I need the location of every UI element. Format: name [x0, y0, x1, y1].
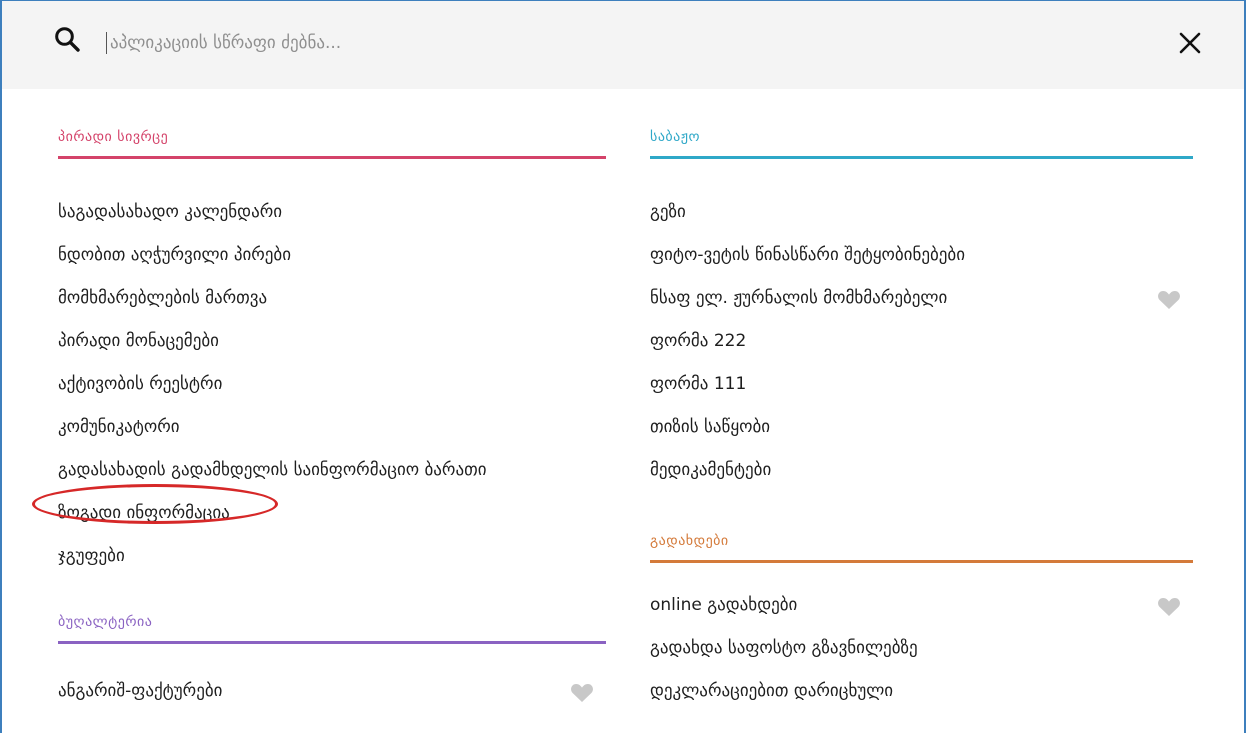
section-divider: [650, 156, 1193, 159]
menu-item-label: online გადახდები: [650, 595, 798, 615]
menu-item-gezi[interactable]: გეზი: [650, 191, 1193, 234]
menu-item-invoices[interactable]: ანგარიშ-ფაქტურები: [58, 670, 606, 713]
menu-item-user-management[interactable]: მომხმარებლების მართვა: [58, 277, 606, 320]
search-bar: [2, 1, 1244, 89]
menu-item-personal-data[interactable]: პირადი მონაცემები: [58, 320, 606, 363]
menu-item-tax-calendar[interactable]: საგადასახადო კალენდარი: [58, 191, 606, 234]
menu-item-form-222[interactable]: ფორმა 222: [650, 320, 1193, 363]
accounting-items: ანგარიშ-ფაქტურები: [58, 670, 606, 713]
menu-item-form-111[interactable]: ფორმა 111: [650, 363, 1193, 406]
heart-icon[interactable]: [570, 683, 594, 703]
search-icon[interactable]: [54, 26, 80, 52]
menu-item-nsaf-journal[interactable]: ნსაფ ელ. ჟურნალის მომხმარებელი: [650, 277, 1193, 320]
customs-items: გეზი ფიტო-ვეტის წინასწარი შეტყობინებები …: [650, 191, 1193, 492]
section-title-customs: საბაჟო: [650, 129, 701, 145]
menu-item-label: ანგარიშ-ფაქტურები: [58, 681, 223, 701]
section-personal: პირადი სივრცე: [58, 124, 606, 159]
highlight-annotation: [32, 484, 278, 524]
section-title-accounting: ბუღალტერია: [58, 614, 153, 630]
heart-icon[interactable]: [1157, 290, 1181, 310]
menu-item-groups[interactable]: ჯგუფები: [58, 535, 606, 578]
close-icon[interactable]: [1172, 25, 1208, 61]
menu-item-communicator[interactable]: კომუნიკატორი: [58, 406, 606, 449]
menu-item-trusted-persons[interactable]: ნდობით აღჭურვილი პირები: [58, 234, 606, 277]
menu-item-fez-warehouse[interactable]: თიზის საწყობი: [650, 406, 1193, 449]
section-customs: საბაჟო: [650, 124, 1193, 159]
menu-item-activity-registry[interactable]: აქტივობის რეესტრი: [58, 363, 606, 406]
text-caret: [106, 32, 107, 54]
menu-item-online-payments[interactable]: online გადახდები: [650, 584, 1193, 627]
section-accounting: ბუღალტერია: [58, 609, 606, 644]
section-title-personal: პირადი სივრცე: [58, 129, 169, 145]
menu-item-phyto-vet[interactable]: ფიტო-ვეტის წინასწარი შეტყობინებები: [650, 234, 1193, 277]
menu-item-medicines[interactable]: მედიკამენტები: [650, 449, 1193, 492]
section-divider: [58, 156, 606, 159]
menu-item-label: ნსაფ ელ. ჟურნალის მომხმარებელი: [650, 288, 948, 308]
section-divider: [650, 560, 1193, 563]
payments-items: online გადახდები გადახდა საფოსტო გზავნილ…: [650, 584, 1193, 713]
search-input[interactable]: [110, 27, 1010, 59]
heart-icon[interactable]: [1157, 597, 1181, 617]
section-divider: [58, 641, 606, 644]
menu-item-postal-payments[interactable]: გადახდა საფოსტო გზავნილებზე: [650, 627, 1193, 670]
section-title-payments: გადახდები: [650, 533, 729, 549]
menu-item-declaration-charges[interactable]: დეკლარაციებით დარიცხული: [650, 670, 1193, 713]
section-payments: გადახდები: [650, 528, 1193, 563]
